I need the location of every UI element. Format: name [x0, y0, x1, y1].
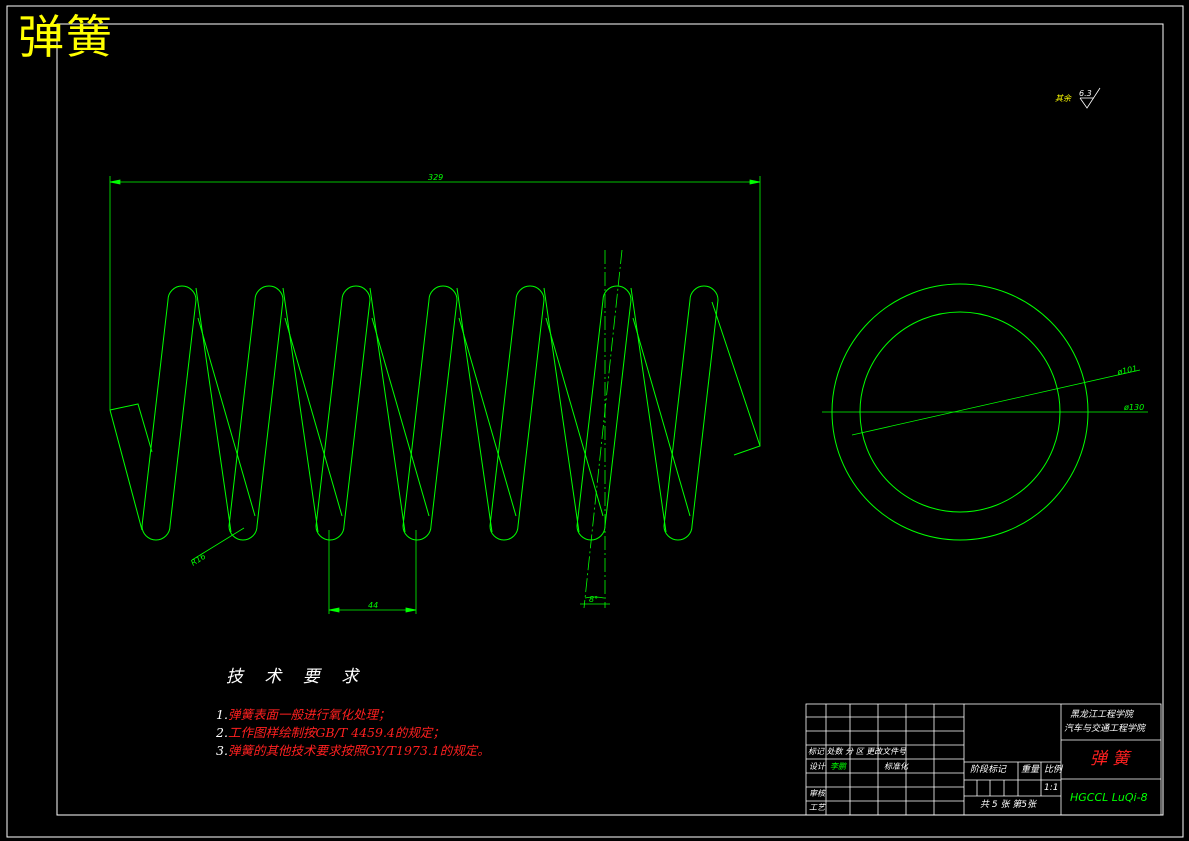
coil-segment — [228, 299, 256, 527]
tech-requirement-text: 工作图样绘制按GB/T 4459.4的规定； — [227, 725, 445, 740]
coil-segment — [141, 299, 169, 527]
roughness-label: 其余 — [1055, 94, 1072, 103]
coil-segment — [517, 299, 545, 527]
coil-segment — [282, 287, 319, 533]
coil-segment — [515, 285, 545, 301]
coil-segment — [604, 299, 632, 527]
coil-segment — [284, 317, 343, 517]
coil-segment — [489, 299, 517, 527]
coil-segment — [576, 525, 606, 541]
revision-header: 标记 处数 分 区 更改文件号 — [808, 747, 907, 756]
tech-requirement-2: 2.工作图样绘制按GB/T 4459.4的规定； — [216, 722, 445, 741]
coil-segment — [576, 299, 604, 527]
coil-segment — [228, 525, 258, 541]
coil-segment — [167, 285, 197, 301]
coil-segment — [402, 299, 430, 527]
coil-segment — [663, 299, 691, 527]
spring-drawing: 329 44 R16 8° ø101 ø130 其余 6.3 — [6, 5, 1184, 838]
radius-value: R16 — [189, 552, 207, 568]
stage-label: 阶段标记 — [970, 765, 1007, 775]
school-name: 黑龙江工程学院 — [1070, 710, 1134, 720]
coil-segment — [195, 287, 232, 533]
spring-ends — [109, 301, 761, 531]
review-label: 审核 — [809, 789, 825, 798]
pitch-value: 44 — [368, 601, 378, 610]
length-dimension — [109, 176, 761, 446]
coil-segment — [663, 525, 693, 541]
tech-requirements-title: 技 术 要 求 — [226, 667, 367, 687]
length-value: 329 — [428, 173, 443, 182]
coil-segment — [630, 287, 667, 533]
outer-frame — [6, 5, 1184, 838]
coil-segment — [691, 299, 719, 527]
end-view — [822, 283, 1148, 541]
tech-requirement-text: 弹簧的其他技术要求按照GY/T1973.1的规定。 — [227, 743, 490, 758]
coil-segment — [456, 287, 493, 533]
weight-label: 重量 — [1021, 765, 1040, 775]
scale-label: 比例 — [1044, 765, 1063, 775]
coil-segment — [489, 525, 519, 541]
coil-segment — [430, 299, 458, 527]
coil-segment — [543, 287, 580, 533]
angle-value: 8° — [589, 595, 598, 604]
tech-requirement-text: 弹簧表面一般进行氧化处理； — [227, 707, 391, 722]
coil-segment — [371, 317, 430, 517]
standard-label: 标准化 — [884, 762, 908, 771]
coil-segment — [141, 525, 171, 541]
coil-segment — [343, 299, 371, 527]
coil-segment — [341, 285, 371, 301]
drawing-title: 弹簧 — [18, 10, 114, 64]
part-name: 弹 簧 — [1090, 749, 1130, 769]
outer-diameter-value: ø130 — [1123, 403, 1144, 412]
roughness-value: 6.3 — [1079, 89, 1092, 98]
coil-segment — [689, 285, 719, 301]
tech-requirement-num: 1. — [216, 707, 228, 722]
tech-requirement-num: 2. — [216, 725, 228, 740]
coil-segment — [197, 317, 256, 517]
tech-requirement-1: 1.弹簧表面一般进行氧化处理； — [216, 704, 390, 723]
coil-segment — [458, 317, 517, 517]
tech-requirement-3: 3.弹簧的其他技术要求按照GY/T1973.1的规定。 — [216, 740, 490, 759]
coil-segment — [402, 525, 432, 541]
coil-segment — [632, 317, 691, 517]
spring-coils — [141, 285, 719, 541]
designer-name: 李鹏 — [830, 762, 846, 771]
coil-segment — [169, 299, 197, 527]
coil-segment — [256, 299, 284, 527]
scale-value: 1:1 — [1044, 783, 1059, 793]
inner-frame — [56, 23, 1164, 816]
department-name: 汽车与交通工程学院 — [1064, 724, 1146, 734]
sheet-count: 共 5 张 第5张 — [980, 800, 1037, 810]
process-label: 工艺 — [809, 803, 825, 812]
coil-segment — [428, 285, 458, 301]
coil-segment — [369, 287, 406, 533]
coil-segment — [315, 525, 345, 541]
inner-diameter-value: ø101 — [1116, 364, 1139, 377]
designer-label: 设计 — [809, 762, 825, 771]
coil-segment — [254, 285, 284, 301]
tech-requirement-num: 3. — [216, 743, 228, 758]
coil-segment — [545, 317, 604, 517]
drawing-number: HGCCL LuQi-8 — [1070, 791, 1148, 804]
coil-segment — [315, 299, 343, 527]
